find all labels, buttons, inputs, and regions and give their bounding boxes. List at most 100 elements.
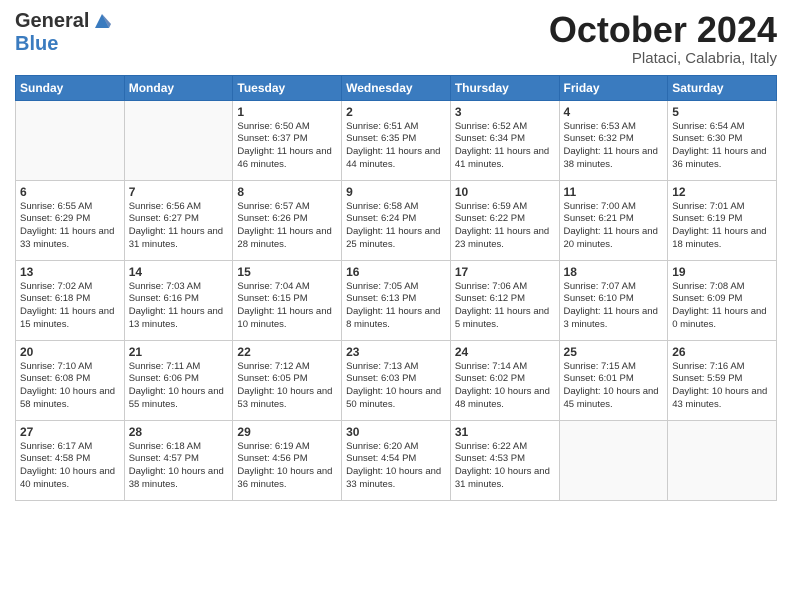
weekday-header-row: Sunday Monday Tuesday Wednesday Thursday… <box>16 75 777 100</box>
calendar-week-row: 6 Sunrise: 6:55 AMSunset: 6:29 PMDaylight… <box>16 180 777 260</box>
day-number: 23 <box>346 345 446 359</box>
day-number: 11 <box>564 185 664 199</box>
table-row: 7Sunrise: 6:56 AMSunset: 6:27 PMDaylight… <box>124 180 233 260</box>
day-info: Sunrise: 6:53 AMSunset: 6:32 PMDaylight:… <box>564 121 664 172</box>
header-sunday: Sunday <box>16 75 125 100</box>
page: General Blue October 2024 Plataci, Calab… <box>0 0 792 612</box>
table-row: 13 Sunrise: 7:02 AMSunset: 6:18 PMDayligh… <box>16 260 125 340</box>
table-row: 22Sunrise: 7:12 AMSunset: 6:05 PMDayligh… <box>233 340 342 420</box>
table-row: 4 Sunrise: 6:53 AMSunset: 6:32 PMDaylight… <box>559 100 668 180</box>
table-row: 27Sunrise: 6:17 AMSunset: 4:58 PMDayligh… <box>16 420 125 500</box>
month-title: October 2024 <box>549 10 777 50</box>
table-row: 24 Sunrise: 7:14 AMSunset: 6:02 PMDayligh… <box>450 340 559 420</box>
day-info: Sunrise: 6:19 AMSunset: 4:56 PMDaylight:… <box>237 441 337 492</box>
table-row: 18 Sunrise: 7:07 AMSunset: 6:10 PMDayligh… <box>559 260 668 340</box>
day-info: Sunrise: 7:02 AMSunset: 6:18 PMDaylight:… <box>20 281 120 332</box>
table-row: 17 Sunrise: 7:06 AMSunset: 6:12 PMDayligh… <box>450 260 559 340</box>
calendar-week-row: 13 Sunrise: 7:02 AMSunset: 6:18 PMDayligh… <box>16 260 777 340</box>
header: General Blue October 2024 Plataci, Calab… <box>15 10 777 67</box>
table-row: 8 Sunrise: 6:57 AMSunset: 6:26 PMDaylight… <box>233 180 342 260</box>
header-friday: Friday <box>559 75 668 100</box>
day-number: 27 <box>20 425 120 439</box>
day-number: 6 <box>20 185 120 199</box>
day-number: 18 <box>564 265 664 279</box>
day-number: 28 <box>129 425 229 439</box>
day-number: 17 <box>455 265 555 279</box>
logo-blue-text: Blue <box>15 33 58 55</box>
day-info: Sunrise: 7:13 AMSunset: 6:03 PMDaylight:… <box>346 361 446 412</box>
day-number: 5 <box>672 105 772 119</box>
day-number: 31 <box>455 425 555 439</box>
day-info: Sunrise: 6:58 AMSunset: 6:24 PMDaylight:… <box>346 201 446 252</box>
day-info: Sunrise: 6:22 AMSunset: 4:53 PMDaylight:… <box>455 441 555 492</box>
day-info: Sunrise: 7:15 AMSunset: 6:01 PMDaylight:… <box>564 361 664 412</box>
table-row: 20 Sunrise: 7:10 AMSunset: 6:08 PMDayligh… <box>16 340 125 420</box>
day-number: 26 <box>672 345 772 359</box>
location: Plataci, Calabria, Italy <box>549 50 777 67</box>
day-info: Sunrise: 6:59 AMSunset: 6:22 PMDaylight:… <box>455 201 555 252</box>
header-tuesday: Tuesday <box>233 75 342 100</box>
table-row: 15 Sunrise: 7:04 AMSunset: 6:15 PMDayligh… <box>233 260 342 340</box>
day-number: 20 <box>20 345 120 359</box>
table-row: 25Sunrise: 7:15 AMSunset: 6:01 PMDayligh… <box>559 340 668 420</box>
logo-icon <box>91 10 113 32</box>
day-number: 10 <box>455 185 555 199</box>
header-wednesday: Wednesday <box>342 75 451 100</box>
day-info: Sunrise: 7:06 AMSunset: 6:12 PMDaylight:… <box>455 281 555 332</box>
day-info: Sunrise: 6:57 AMSunset: 6:26 PMDaylight:… <box>237 201 337 252</box>
day-info: Sunrise: 6:54 AMSunset: 6:30 PMDaylight:… <box>672 121 772 172</box>
day-number: 1 <box>237 105 337 119</box>
day-info: Sunrise: 6:20 AMSunset: 4:54 PMDaylight:… <box>346 441 446 492</box>
table-row: 10 Sunrise: 6:59 AMSunset: 6:22 PMDayligh… <box>450 180 559 260</box>
day-info: Sunrise: 6:56 AMSunset: 6:27 PMDaylight:… <box>129 201 229 252</box>
day-info: Sunrise: 7:10 AMSunset: 6:08 PMDaylight:… <box>20 361 120 412</box>
table-row: 28Sunrise: 6:18 AMSunset: 4:57 PMDayligh… <box>124 420 233 500</box>
day-number: 15 <box>237 265 337 279</box>
day-info: Sunrise: 6:52 AMSunset: 6:34 PMDaylight:… <box>455 121 555 172</box>
table-row: 3 Sunrise: 6:52 AMSunset: 6:34 PMDaylight… <box>450 100 559 180</box>
day-info: Sunrise: 6:51 AMSunset: 6:35 PMDaylight:… <box>346 121 446 172</box>
day-info: Sunrise: 7:03 AMSunset: 6:16 PMDaylight:… <box>129 281 229 332</box>
day-number: 19 <box>672 265 772 279</box>
header-thursday: Thursday <box>450 75 559 100</box>
day-number: 30 <box>346 425 446 439</box>
day-number: 9 <box>346 185 446 199</box>
table-row: 21Sunrise: 7:11 AMSunset: 6:06 PMDayligh… <box>124 340 233 420</box>
day-number: 3 <box>455 105 555 119</box>
table-row <box>559 420 668 500</box>
table-row: 12Sunrise: 7:01 AMSunset: 6:19 PMDayligh… <box>668 180 777 260</box>
day-info: Sunrise: 7:01 AMSunset: 6:19 PMDaylight:… <box>672 201 772 252</box>
day-number: 29 <box>237 425 337 439</box>
day-info: Sunrise: 7:12 AMSunset: 6:05 PMDaylight:… <box>237 361 337 412</box>
day-info: Sunrise: 6:50 AMSunset: 6:37 PMDaylight:… <box>237 121 337 172</box>
table-row: 14 Sunrise: 7:03 AMSunset: 6:16 PMDayligh… <box>124 260 233 340</box>
day-info: Sunrise: 7:16 AMSunset: 5:59 PMDaylight:… <box>672 361 772 412</box>
calendar-table: Sunday Monday Tuesday Wednesday Thursday… <box>15 75 777 501</box>
day-number: 13 <box>20 265 120 279</box>
day-number: 14 <box>129 265 229 279</box>
table-row: 29 Sunrise: 6:19 AMSunset: 4:56 PMDayligh… <box>233 420 342 500</box>
day-info: Sunrise: 7:07 AMSunset: 6:10 PMDaylight:… <box>564 281 664 332</box>
header-saturday: Saturday <box>668 75 777 100</box>
table-row <box>124 100 233 180</box>
day-info: Sunrise: 7:14 AMSunset: 6:02 PMDaylight:… <box>455 361 555 412</box>
table-row: 31 Sunrise: 6:22 AMSunset: 4:53 PMDayligh… <box>450 420 559 500</box>
day-number: 16 <box>346 265 446 279</box>
table-row: 5 Sunrise: 6:54 AMSunset: 6:30 PMDaylight… <box>668 100 777 180</box>
table-row <box>668 420 777 500</box>
header-monday: Monday <box>124 75 233 100</box>
day-number: 24 <box>455 345 555 359</box>
day-number: 4 <box>564 105 664 119</box>
table-row <box>16 100 125 180</box>
day-info: Sunrise: 7:00 AMSunset: 6:21 PMDaylight:… <box>564 201 664 252</box>
calendar-week-row: 1 Sunrise: 6:50 AMSunset: 6:37 PMDaylight… <box>16 100 777 180</box>
day-number: 21 <box>129 345 229 359</box>
day-info: Sunrise: 6:55 AMSunset: 6:29 PMDaylight:… <box>20 201 120 252</box>
day-number: 2 <box>346 105 446 119</box>
day-number: 8 <box>237 185 337 199</box>
table-row: 26 Sunrise: 7:16 AMSunset: 5:59 PMDayligh… <box>668 340 777 420</box>
table-row: 6 Sunrise: 6:55 AMSunset: 6:29 PMDaylight… <box>16 180 125 260</box>
day-info: Sunrise: 7:08 AMSunset: 6:09 PMDaylight:… <box>672 281 772 332</box>
day-info: Sunrise: 7:04 AMSunset: 6:15 PMDaylight:… <box>237 281 337 332</box>
table-row: 23 Sunrise: 7:13 AMSunset: 6:03 PMDayligh… <box>342 340 451 420</box>
